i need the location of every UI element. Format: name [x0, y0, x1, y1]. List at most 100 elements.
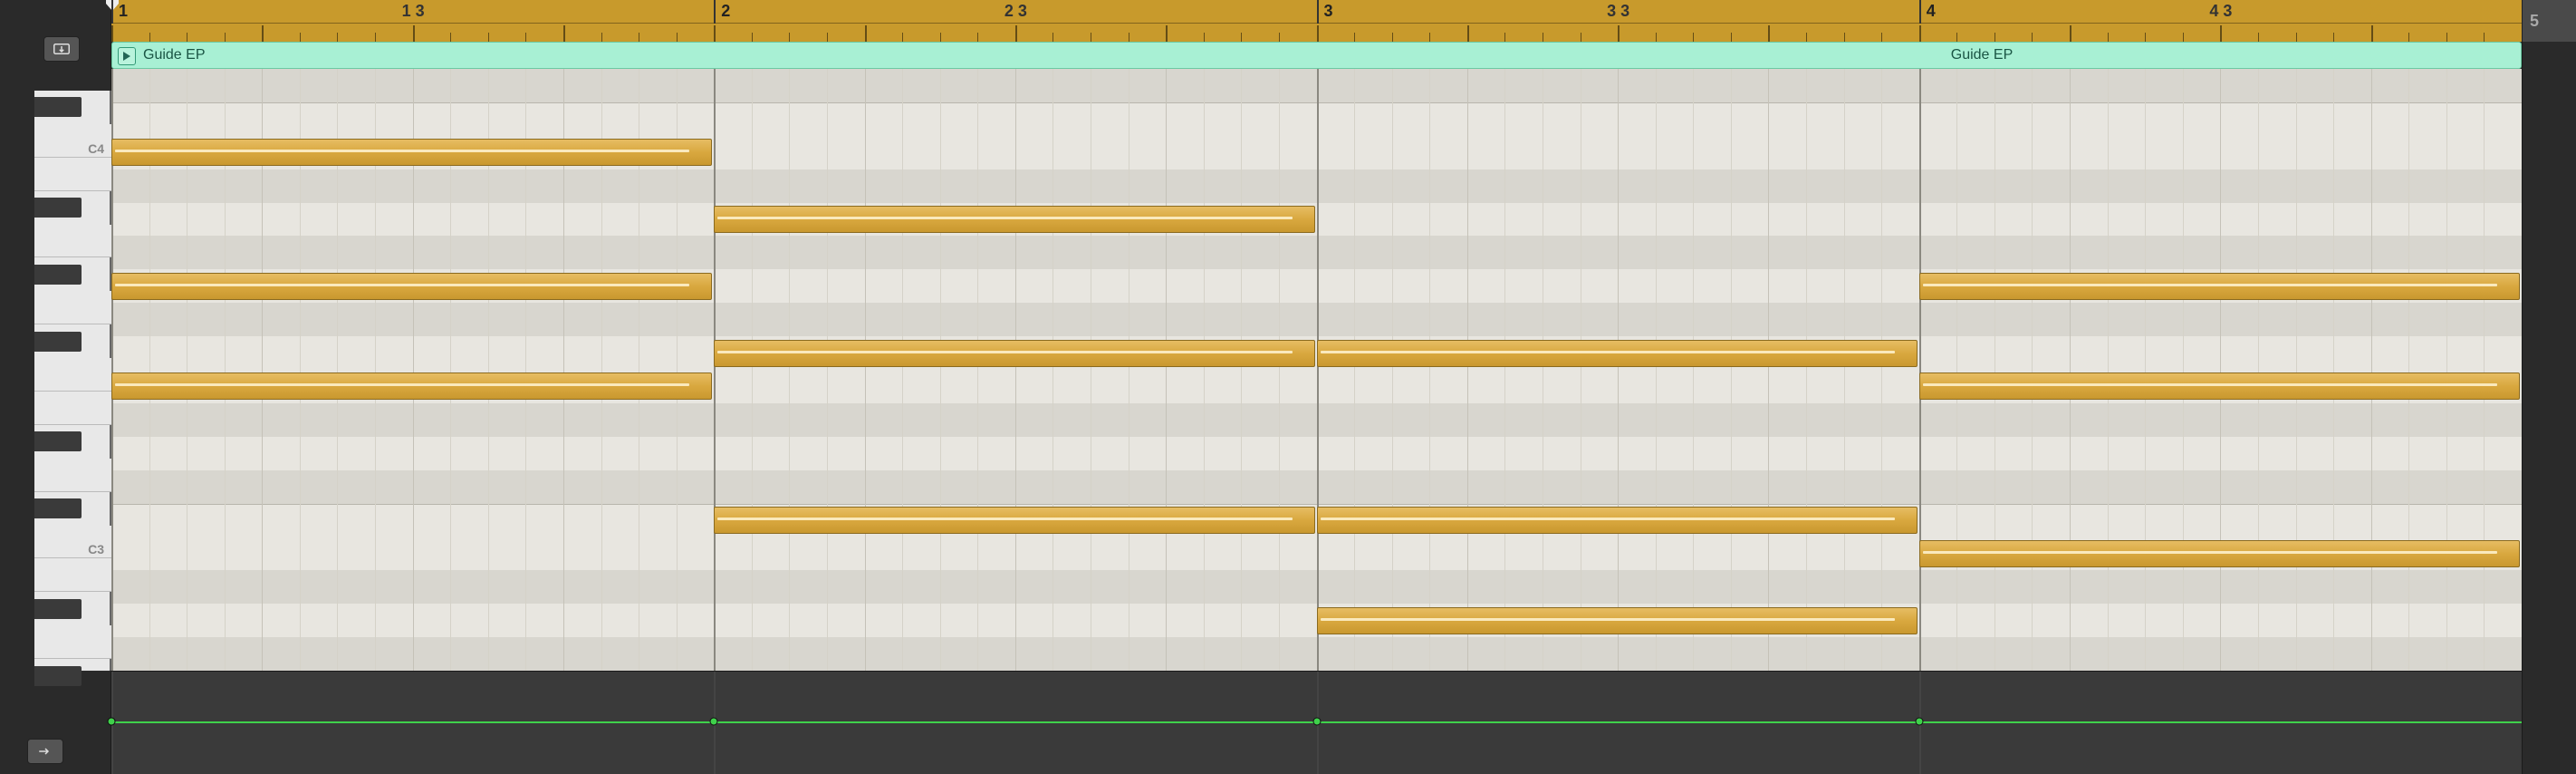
grid-subdivision-line — [1731, 69, 1732, 671]
ruler-end-cap: 5 — [2522, 0, 2576, 42]
grid-subdivision-line — [1429, 69, 1430, 671]
grid-subdivision-line — [902, 69, 903, 671]
grid-subdivision-line — [977, 69, 978, 671]
piano-white-key[interactable] — [34, 558, 111, 592]
piano-white-key[interactable] — [34, 625, 111, 659]
grid-subdivision-line — [2070, 69, 2071, 671]
grid-subdivision-line — [789, 69, 790, 671]
piano-black-key[interactable] — [34, 198, 82, 218]
piano-black-key[interactable] — [34, 332, 82, 352]
grid-subdivision-line — [865, 69, 866, 671]
grid-subdivision-line — [2296, 69, 2297, 671]
piano-black-key[interactable] — [34, 666, 82, 686]
grid-subdivision-line — [1241, 69, 1242, 671]
midi-note[interactable] — [1919, 372, 2520, 400]
piano-black-key[interactable] — [34, 431, 82, 451]
midi-note[interactable] — [1317, 607, 1918, 634]
ruler-end-bar-label: 5 — [2530, 12, 2539, 31]
ruler-beat-label: 4 3 — [2209, 2, 2232, 21]
midi-note[interactable] — [1317, 340, 1918, 367]
automation-point[interactable] — [1915, 717, 1923, 725]
region-play-icon[interactable] — [118, 47, 136, 65]
catch-playhead-button[interactable] — [43, 36, 80, 62]
sidebar-top-area — [0, 0, 111, 91]
midi-note[interactable] — [1317, 507, 1918, 534]
midi-region-header[interactable]: Guide EP Guide EP — [111, 42, 2522, 69]
grid-subdivision-line — [1015, 69, 1016, 671]
ruler-bar-number: 3 — [1324, 2, 1333, 21]
region-name-label: Guide EP — [143, 47, 205, 63]
piano-black-key[interactable] — [34, 265, 82, 285]
grid-subdivision-line — [1994, 69, 1995, 671]
grid-subdivision-line — [2258, 69, 2259, 671]
grid-subdivision-line — [2371, 69, 2372, 671]
piano-octave-label: C3 — [88, 542, 104, 556]
grid-subdivision-line — [2333, 69, 2334, 671]
midi-note[interactable] — [714, 206, 1314, 233]
midi-note[interactable] — [714, 507, 1314, 534]
grid-subdivision-line — [2484, 69, 2485, 671]
grid-subdivision-line — [2183, 69, 2184, 671]
ruler-bar-number: 4 — [1927, 2, 1936, 21]
midi-note[interactable] — [111, 273, 712, 300]
timeline-ruler[interactable]: 1 1 3 2 2 3 3 3 3 4 4 3 5 — [111, 0, 2576, 42]
grid-barline — [714, 69, 716, 671]
grid-subdivision-line — [2446, 69, 2447, 671]
automation-lane[interactable] — [111, 671, 2522, 774]
piano-black-key[interactable] — [34, 97, 82, 117]
region-loop-name-label: Guide EP — [1951, 47, 2013, 63]
piano-octave-label: C4 — [88, 141, 104, 156]
grid-subdivision-line — [1881, 69, 1882, 671]
grid-subdivision-line — [2145, 69, 2146, 671]
piano-white-key[interactable] — [34, 392, 111, 425]
ruler-beat-label: 1 3 — [402, 2, 425, 21]
piano-white-key[interactable] — [34, 225, 111, 258]
grid-subdivision-line — [1844, 69, 1845, 671]
piano-keyboard[interactable]: C4 C3 — [34, 91, 111, 671]
piano-white-key[interactable] — [34, 459, 111, 492]
piano-white-key[interactable] — [34, 291, 111, 324]
ruler-beat-label: 2 3 — [1004, 2, 1027, 21]
midi-note[interactable] — [1919, 273, 2520, 300]
grid-subdivision-line — [827, 69, 828, 671]
note-grid[interactable] — [111, 69, 2522, 671]
grid-subdivision-line — [2220, 69, 2221, 671]
midi-out-button[interactable] — [27, 739, 63, 764]
grid-subdivision-line — [1204, 69, 1205, 671]
ruler-bar-number: 2 — [721, 2, 730, 21]
grid-subdivision-line — [1618, 69, 1619, 671]
grid-subdivision-line — [1768, 69, 1769, 671]
automation-point[interactable] — [108, 717, 116, 725]
grid-subdivision-line — [1392, 69, 1393, 671]
piano-black-key[interactable] — [34, 498, 82, 518]
grid-subdivision-line — [2408, 69, 2409, 671]
grid-subdivision-line — [2032, 69, 2033, 671]
grid-subdivision-line — [1354, 69, 1355, 671]
ruler-beat-label: 3 3 — [1607, 2, 1629, 21]
ruler-bar-number: 1 — [119, 2, 128, 21]
grid-subdivision-line — [1806, 69, 1807, 671]
midi-note[interactable] — [111, 372, 712, 400]
piano-white-key[interactable] — [34, 358, 111, 392]
automation-point[interactable] — [710, 717, 718, 725]
piano-black-key[interactable] — [34, 599, 82, 619]
grid-subdivision-line — [1656, 69, 1657, 671]
grid-subdivision-line — [940, 69, 941, 671]
grid-subdivision-line — [1504, 69, 1505, 671]
grid-subdivision-line — [1166, 69, 1167, 671]
grid-barline — [1919, 69, 1921, 671]
grid-barline — [1317, 69, 1319, 671]
automation-point[interactable] — [1312, 717, 1321, 725]
grid-subdivision-line — [1467, 69, 1468, 671]
grid-subdivision-line — [752, 69, 753, 671]
left-sidebar: C4 C3 — [0, 0, 111, 774]
midi-note[interactable] — [111, 139, 712, 166]
grid-subdivision-line — [1693, 69, 1694, 671]
grid-subdivision-line — [1279, 69, 1280, 671]
midi-note[interactable] — [714, 340, 1314, 367]
piano-roll-editor: C4 C3 1 1 3 2 2 3 3 3 3 4 4 3 5 Guide EP Guide E… — [0, 0, 2576, 774]
midi-note[interactable] — [1919, 540, 2520, 567]
piano-white-key[interactable] — [34, 158, 111, 191]
grid-subdivision-line — [1956, 69, 1957, 671]
right-gutter — [2522, 42, 2576, 774]
